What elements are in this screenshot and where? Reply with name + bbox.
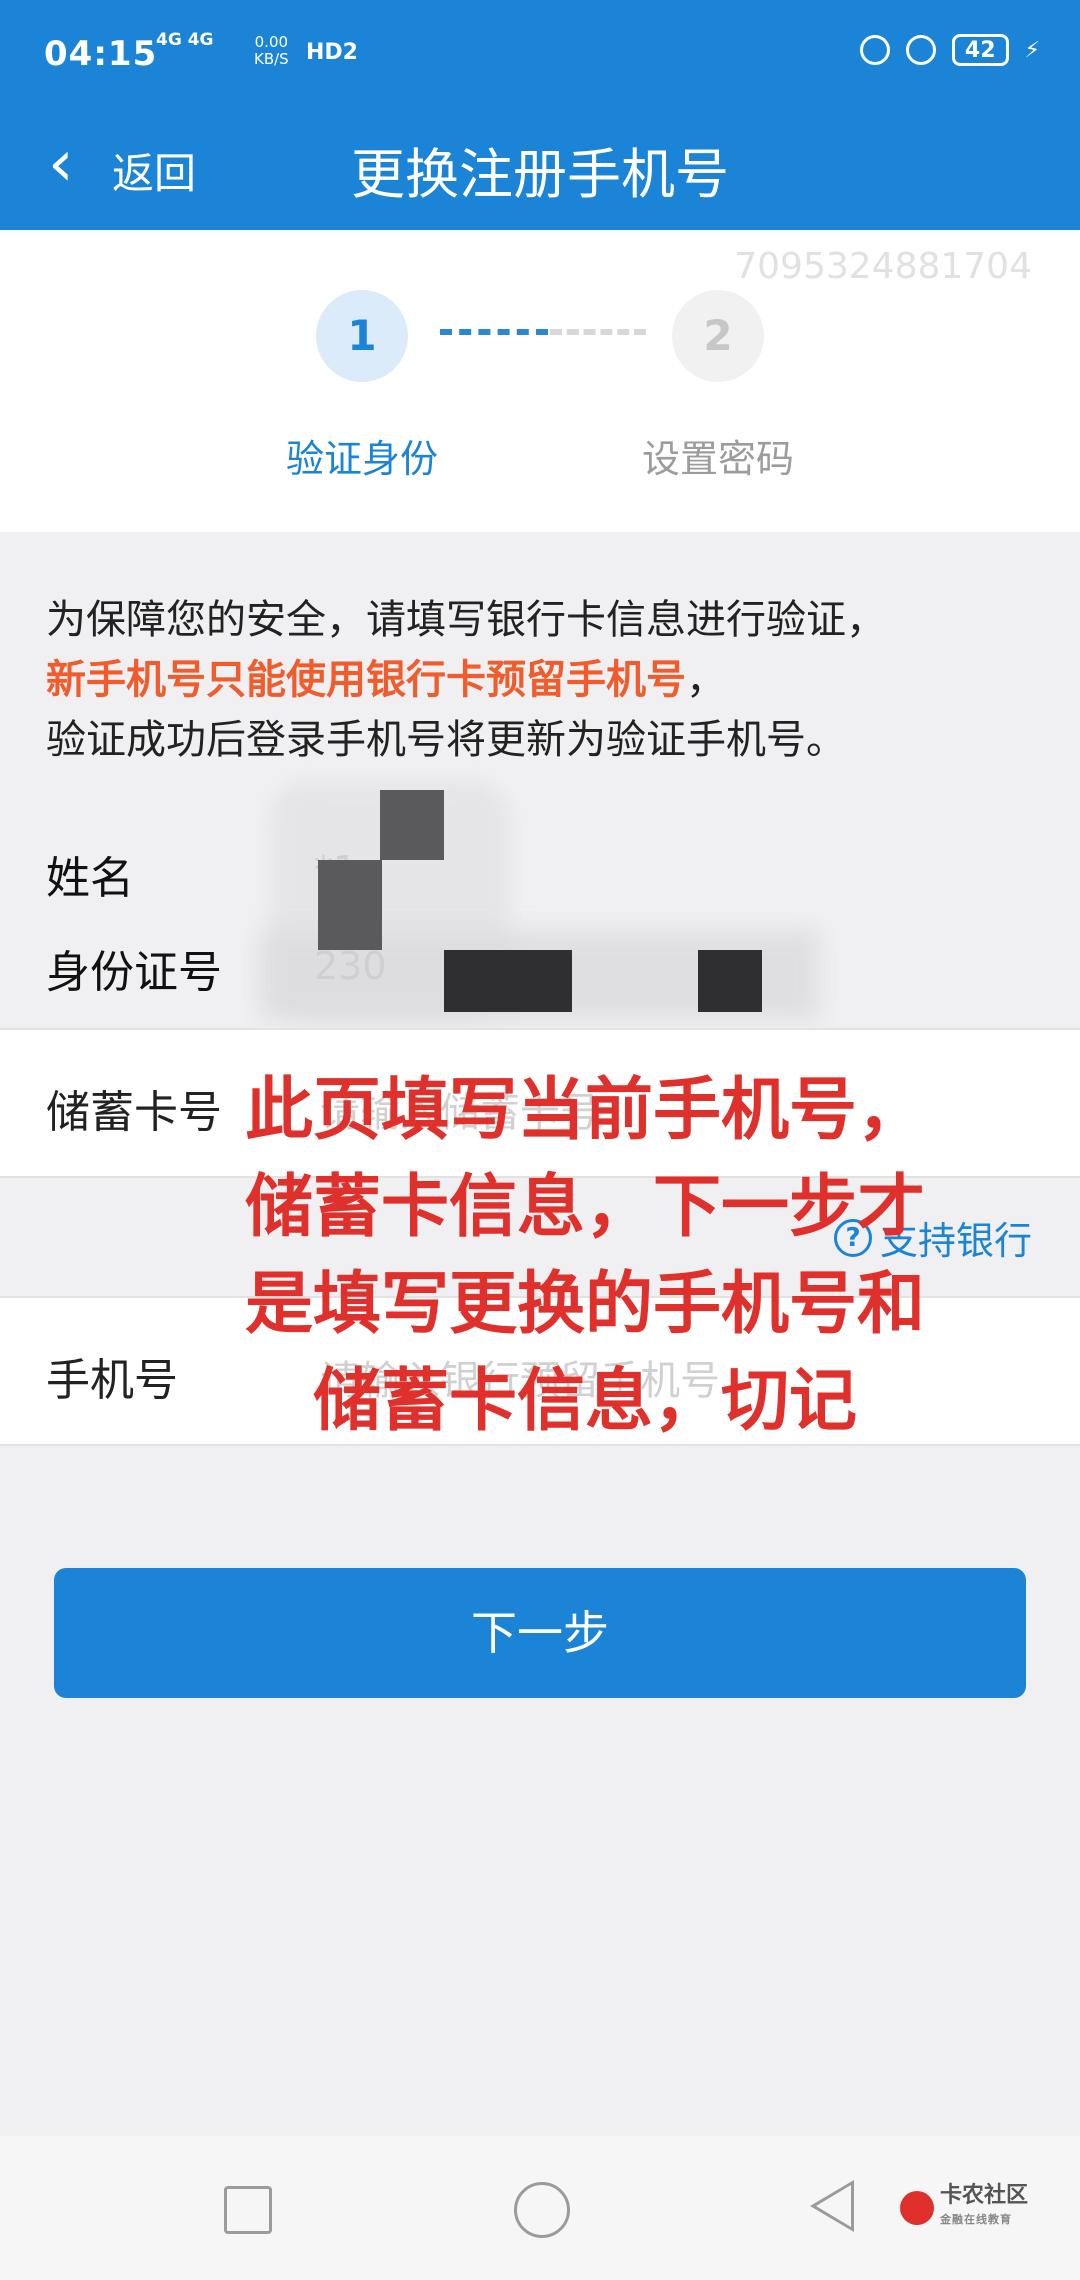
network-speed: 0.00 KB/S: [254, 34, 289, 68]
mosaic-block: [380, 790, 444, 860]
phone-label: 手机号: [46, 1355, 178, 1406]
overlay-line: 是填写更换的手机号和: [244, 1265, 925, 1344]
home-icon[interactable]: [514, 2182, 570, 2238]
recent-apps-icon[interactable]: [224, 2186, 272, 2234]
network-speed-unit: KB/S: [254, 50, 289, 68]
charging-icon: ⚡: [1024, 37, 1040, 63]
id-number-value: 230: [314, 944, 387, 988]
step-indicator: 7095324881704 1 2 验证身份 设置密码: [0, 230, 1080, 532]
notice-line-2-tail: ，: [686, 657, 726, 703]
notice-line-1: 为保障您的安全，请填写银行卡信息进行验证，: [46, 597, 886, 643]
name-label: 姓名: [46, 853, 134, 904]
mosaic-block: [318, 860, 382, 950]
step-progress-line: [440, 329, 548, 335]
lock-rotation-icon: [859, 35, 890, 65]
back-triangle-inner: [816, 2185, 851, 2227]
id-number-label: 身份证号: [46, 947, 222, 998]
next-step-button[interactable]: 下一步: [54, 1568, 1026, 1698]
network-speed-value: 0.00: [254, 33, 289, 51]
mosaic-block: [444, 950, 572, 1012]
notice-line-3: 验证成功后登录手机号将更新为验证手机号。: [46, 717, 846, 763]
step-remaining-line: [550, 329, 646, 335]
watermark-id: 7095324881704: [734, 246, 1032, 287]
step-2-circle: 2: [672, 290, 764, 382]
step-1-label: 验证身份: [285, 437, 438, 481]
battery-icon: 42: [951, 34, 1009, 66]
overlay-line: 储蓄卡信息，下一步才: [244, 1168, 925, 1247]
logo-title: 卡农社区: [940, 2183, 1029, 2208]
step-1-circle: 1: [316, 290, 408, 382]
logo-text: 卡农社区 金融在线教育: [940, 2184, 1028, 2232]
logo-icon: [900, 2191, 934, 2225]
back-button[interactable]: 返回: [112, 140, 196, 201]
alarm-icon: [905, 35, 936, 65]
notice-warning: 新手机号只能使用银行卡预留手机号: [46, 657, 686, 703]
overlay-line: 储蓄卡信息，切记: [312, 1362, 857, 1441]
status-time: 04:15: [44, 34, 158, 74]
system-navigation-bar: 卡农社区 金融在线教育: [0, 2136, 1080, 2280]
verification-notice: 为保障您的安全，请填写银行卡信息进行验证， 新手机号只能使用银行卡预留手机号， …: [46, 590, 1046, 770]
back-chevron-icon[interactable]: ‹: [48, 124, 98, 204]
hd-indicator: HD2: [306, 40, 358, 65]
status-bar: 04:15 4G 4G 0.00 KB/S HD2 42 ⚡: [0, 0, 1080, 110]
notice-line-2: 新手机号只能使用银行卡预留手机号，: [46, 650, 1046, 710]
navigation-bar: 更换注册手机号 ‹ 返回: [0, 110, 1080, 230]
overlay-annotation: 此页填写当前手机号， 储蓄卡信息，下一步才 是填写更换的手机号和 储蓄卡信息，切…: [170, 1062, 1000, 1450]
status-right-icons: 42 ⚡: [859, 34, 1040, 66]
logo-subtitle: 金融在线教育: [940, 2213, 1012, 2226]
overlay-line: 此页填写当前手机号，: [244, 1071, 925, 1150]
watermark-logo: 卡农社区 金融在线教育: [900, 2184, 1028, 2232]
mosaic-block: [698, 950, 762, 1012]
step-2-label: 设置密码: [641, 437, 794, 481]
signal-indicator: 4G 4G: [156, 30, 214, 50]
